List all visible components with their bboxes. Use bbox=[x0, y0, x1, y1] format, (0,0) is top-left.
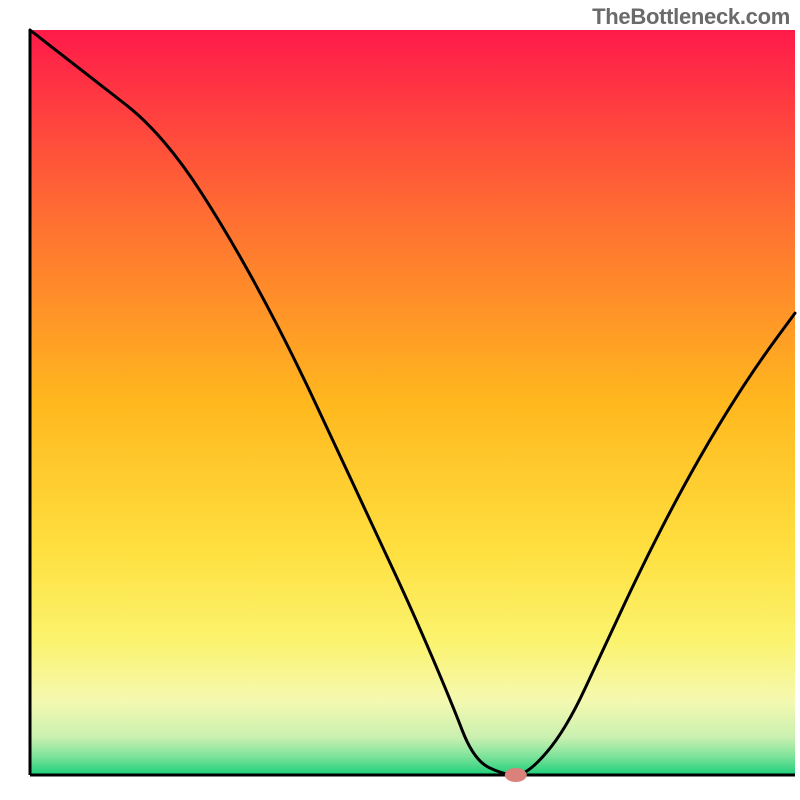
watermark-text: TheBottleneck.com bbox=[592, 4, 790, 30]
optimal-point-marker bbox=[505, 768, 527, 782]
bottleneck-chart bbox=[0, 0, 800, 800]
chart-container: TheBottleneck.com bbox=[0, 0, 800, 800]
plot-background bbox=[30, 30, 795, 775]
